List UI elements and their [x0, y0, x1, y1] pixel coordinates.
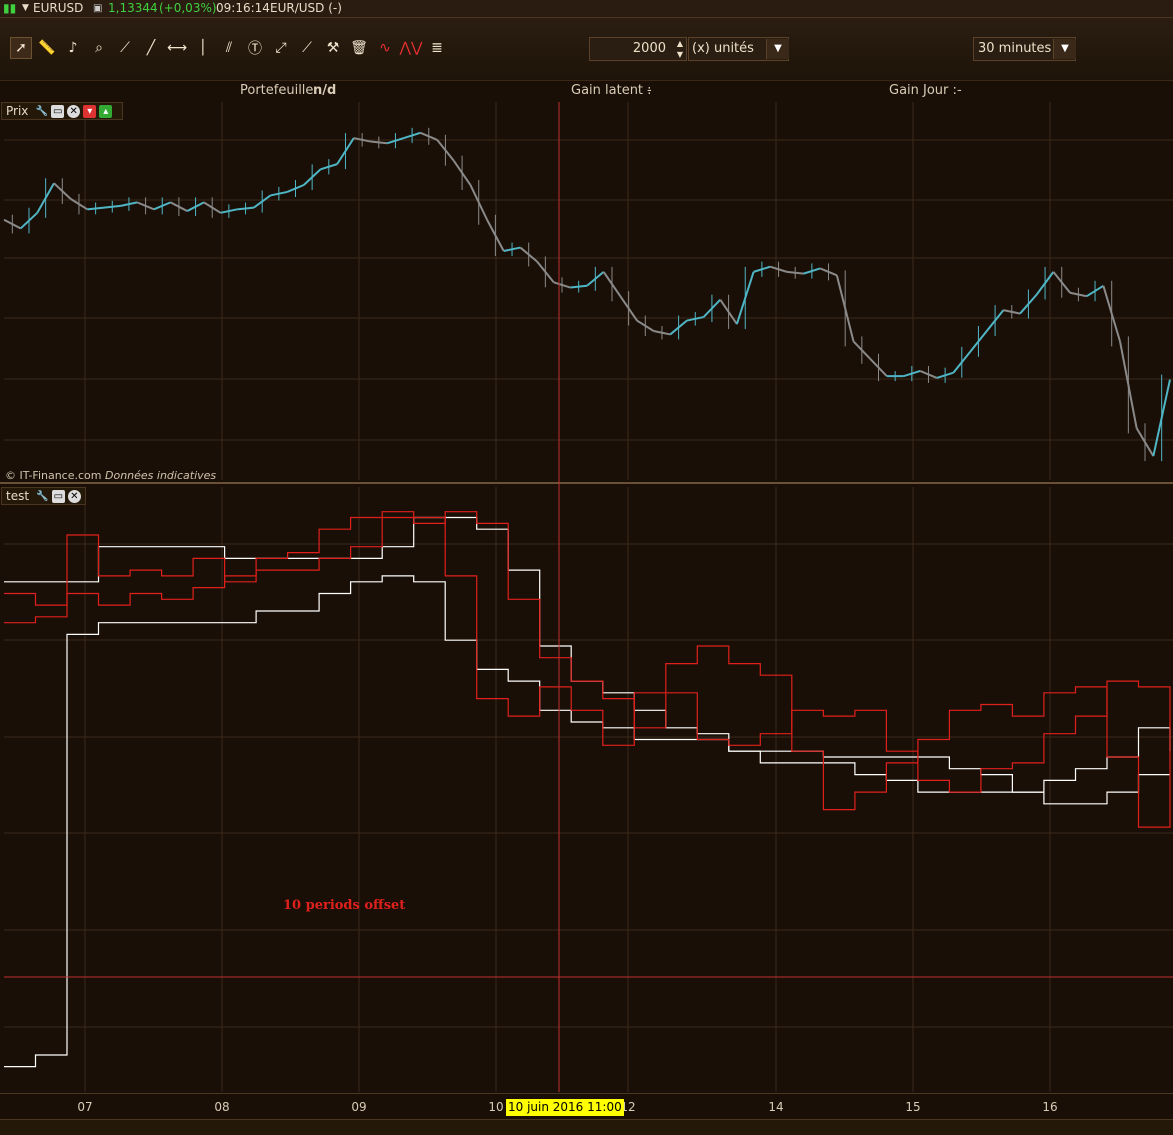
price-panel-title: Prix — [6, 104, 29, 118]
indicator-line-2 — [4, 575, 1171, 1068]
indicator-panel-title: test — [6, 489, 30, 503]
wrench-icon[interactable]: 🔧 — [36, 490, 49, 503]
x-tick-label: 14 — [768, 1100, 784, 1114]
indicator-line-1 — [4, 516, 1170, 805]
move-down-icon[interactable]: ▾ — [83, 105, 97, 118]
x-tick-label: 08 — [214, 1100, 230, 1114]
indicator-panel-header: test 🔧 ▭ ✕ — [1, 487, 86, 505]
x-tick-label: 09 — [351, 1100, 367, 1114]
x-tick-label: 07 — [77, 1100, 93, 1114]
indicator-series — [4, 511, 1171, 1068]
wrench-icon[interactable]: 🔧 — [35, 105, 48, 118]
cursor-date-label: 10 juin 2016 11:00 — [506, 1099, 624, 1116]
credit-source: © IT-Finance.com — [5, 469, 102, 482]
window-icon[interactable]: ▭ — [51, 490, 65, 503]
x-tick-label: 15 — [905, 1100, 921, 1114]
crosshair — [4, 102, 1173, 1092]
price-series — [3, 127, 1171, 462]
window-icon[interactable]: ▭ — [51, 105, 65, 118]
indicator-line-4 — [4, 511, 1171, 828]
bottom-toolbar — [0, 1119, 1173, 1135]
grid-lines — [0, 102, 1173, 1092]
x-tick-label: 16 — [1042, 1100, 1058, 1114]
close-icon[interactable]: ✕ — [67, 105, 81, 118]
indicator-line-3 — [4, 511, 1171, 793]
close-icon[interactable]: ✕ — [67, 490, 81, 503]
chart-canvas[interactable] — [0, 0, 1173, 1134]
x-tick-label: 10 — [488, 1100, 504, 1114]
price-panel-header: Prix 🔧 ▭ ✕ ▾ ▴ — [1, 102, 123, 120]
move-up-icon[interactable]: ▴ — [99, 105, 113, 118]
credit-note: Données indicatives — [105, 469, 217, 482]
data-credit: © IT-Finance.com Données indicatives — [5, 469, 216, 482]
chart-annotation: 10 periods offset — [283, 898, 406, 913]
